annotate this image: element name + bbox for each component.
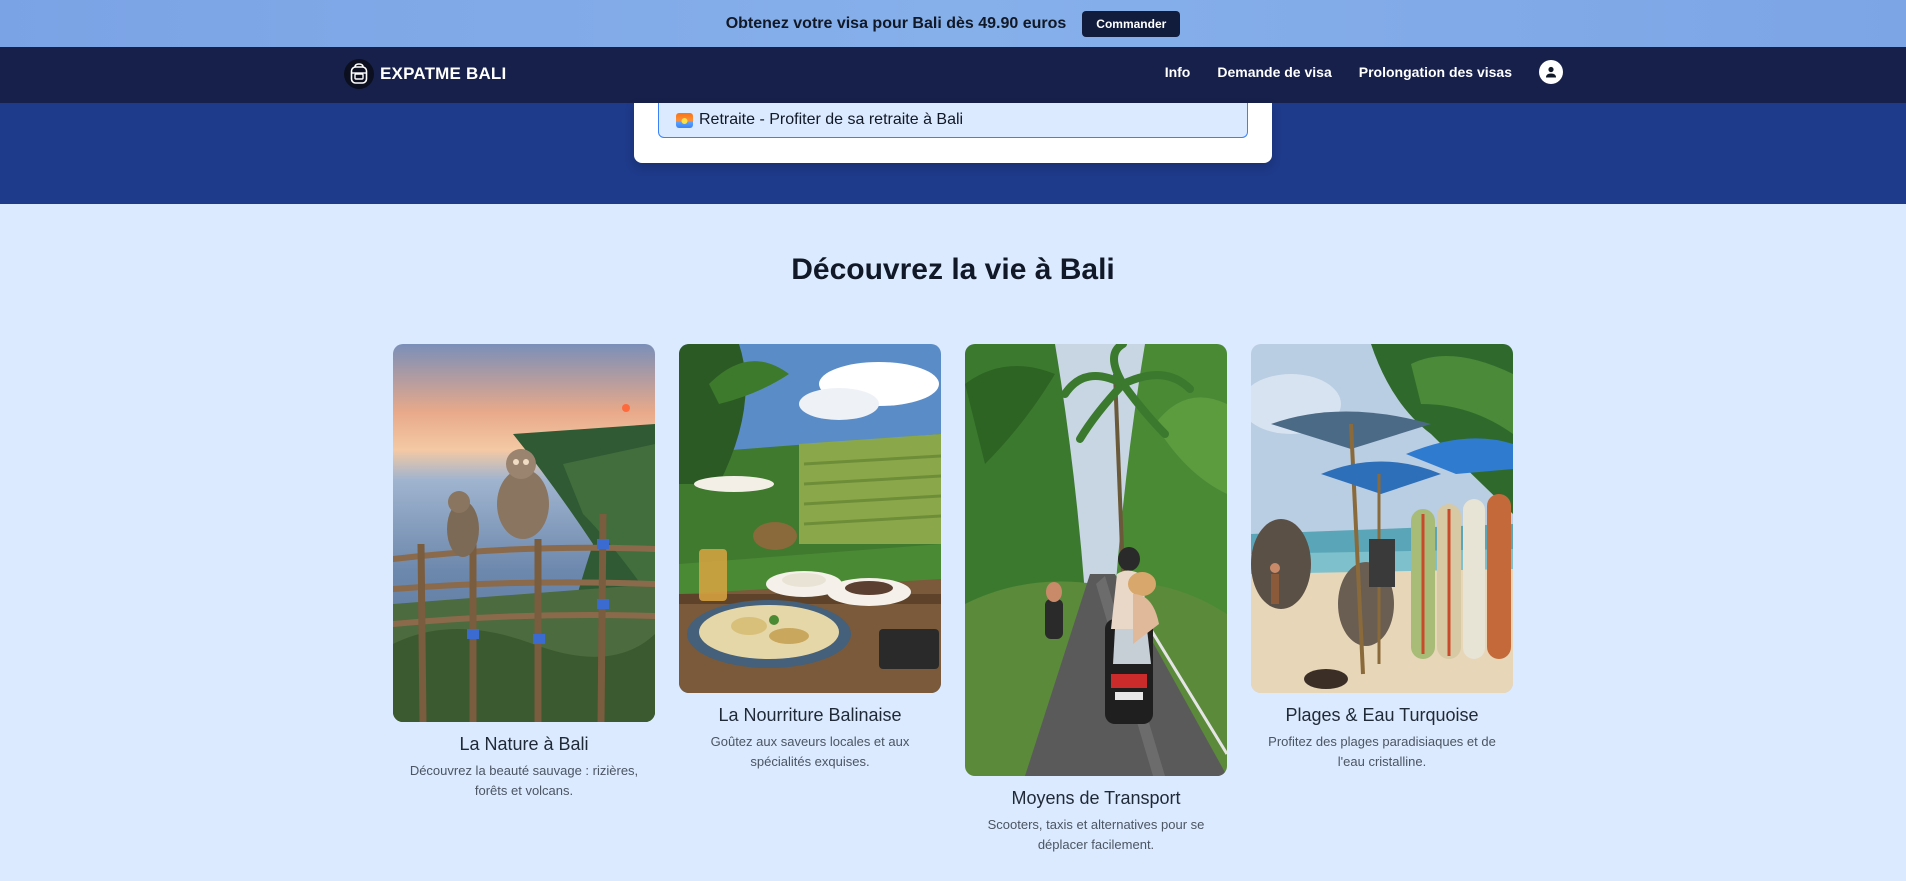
promo-banner: Obtenez votre visa pour Bali dès 49.90 e… (0, 0, 1906, 47)
sunrise-icon (676, 112, 693, 128)
card-transport[interactable]: Moyens de Transport Scooters, taxis et a… (965, 344, 1227, 855)
brand-name: EXPATME BALI (380, 64, 507, 83)
card-description: Découvrez la beauté sauvage : rizières, … (409, 763, 639, 798)
nature-photo (393, 344, 655, 722)
nav-link-visa-extension[interactable]: Prolongation des visas (1359, 64, 1512, 80)
option-label: Retraite - Profiter de sa retraite à Bal… (699, 111, 964, 128)
brand-logo-link[interactable]: EXPATME BALI (344, 59, 506, 89)
backpack-logo-icon (344, 59, 374, 89)
user-account-button[interactable] (1539, 60, 1563, 84)
card-title: La Nature à Bali (459, 734, 589, 754)
promo-text: Obtenez votre visa pour Bali dès 49.90 e… (725, 14, 1067, 32)
user-icon (1546, 66, 1556, 78)
transport-photo (965, 344, 1227, 776)
nav-links: Info Demande de visa Prolongation des vi… (1165, 60, 1563, 84)
food-photo (679, 344, 941, 693)
card-title: Plages & Eau Turquoise (1285, 705, 1479, 725)
card-nature[interactable]: La Nature à Bali Découvrez la beauté sau… (393, 344, 655, 801)
section-title: Découvrez la vie à Bali (791, 253, 1115, 286)
visa-type-panel: Retraite - Profiter de sa retraite à Bal… (634, 103, 1272, 163)
beach-photo (1251, 344, 1513, 693)
nav-link-info[interactable]: Info (1165, 64, 1191, 80)
top-navbar: EXPATME BALI Info Demande de visa Prolon… (0, 47, 1906, 103)
card-title: Moyens de Transport (1011, 788, 1181, 808)
card-description: Scooters, taxis et alternatives pour se … (987, 817, 1205, 852)
card-food[interactable]: La Nourriture Balinaise Goûtez aux saveu… (679, 344, 941, 772)
card-description: Profitez des plages paradisiaques et de … (1268, 734, 1496, 769)
option-retirement[interactable]: Retraite - Profiter de sa retraite à Bal… (658, 103, 1248, 138)
nav-link-visa-request[interactable]: Demande de visa (1217, 64, 1331, 80)
card-description: Goûtez aux saveurs locales et aux spécia… (710, 734, 910, 769)
order-button[interactable]: Commander (1082, 10, 1181, 37)
card-beaches[interactable]: Plages & Eau Turquoise Profitez des plag… (1251, 344, 1513, 772)
card-title: La Nourriture Balinaise (718, 705, 902, 725)
